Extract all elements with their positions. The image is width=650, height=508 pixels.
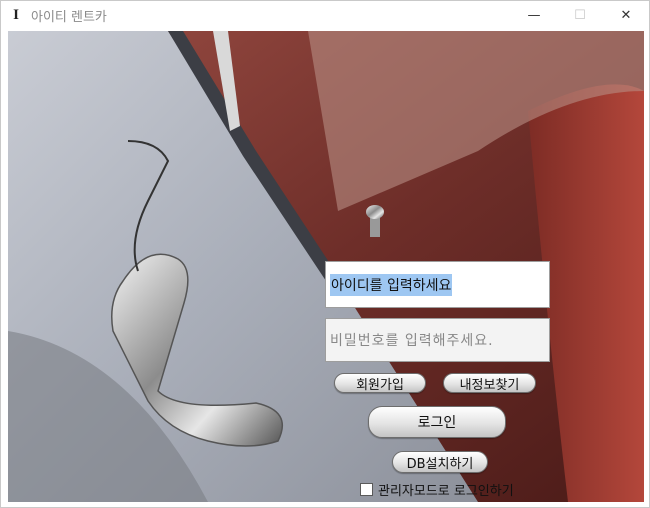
admin-mode-label: 관리자모드로 로그인하기	[378, 483, 514, 499]
minimize-button[interactable]: —	[511, 1, 557, 29]
db-setup-button[interactable]: DB설치하기	[392, 451, 488, 473]
find-info-button[interactable]: 내정보찾기	[443, 373, 536, 393]
password-input-placeholder: 비밀번호를 입력해주세요.	[330, 333, 494, 349]
window-title: 아이티 렌트카	[31, 9, 107, 25]
window-controls: — ☐ ✕	[511, 1, 649, 29]
login-button[interactable]: 로그인	[368, 406, 506, 438]
app-icon: I	[13, 6, 19, 23]
app-window: I 아이티 렌트카 — ☐ ✕ 아이디를 입력하세요 비밀번호를 입력해주세요.…	[0, 0, 650, 508]
close-button[interactable]: ✕	[603, 1, 649, 29]
password-input[interactable]: 비밀번호를 입력해주세요.	[325, 318, 550, 362]
user-id-input[interactable]: 아이디를 입력하세요	[325, 261, 550, 308]
admin-mode-checkbox[interactable]	[360, 482, 373, 496]
login-panel: 아이디를 입력하세요 비밀번호를 입력해주세요. 회원가입 내정보찾기 로그인 …	[8, 31, 644, 502]
user-id-input-text: 아이디를 입력하세요	[330, 273, 453, 296]
admin-mode-option[interactable]: 관리자모드로 로그인하기	[360, 481, 514, 499]
title-bar[interactable]: I 아이티 렌트카 — ☐ ✕	[1, 1, 649, 29]
signup-button[interactable]: 회원가입	[334, 373, 426, 393]
maximize-button[interactable]: ☐	[557, 1, 603, 29]
